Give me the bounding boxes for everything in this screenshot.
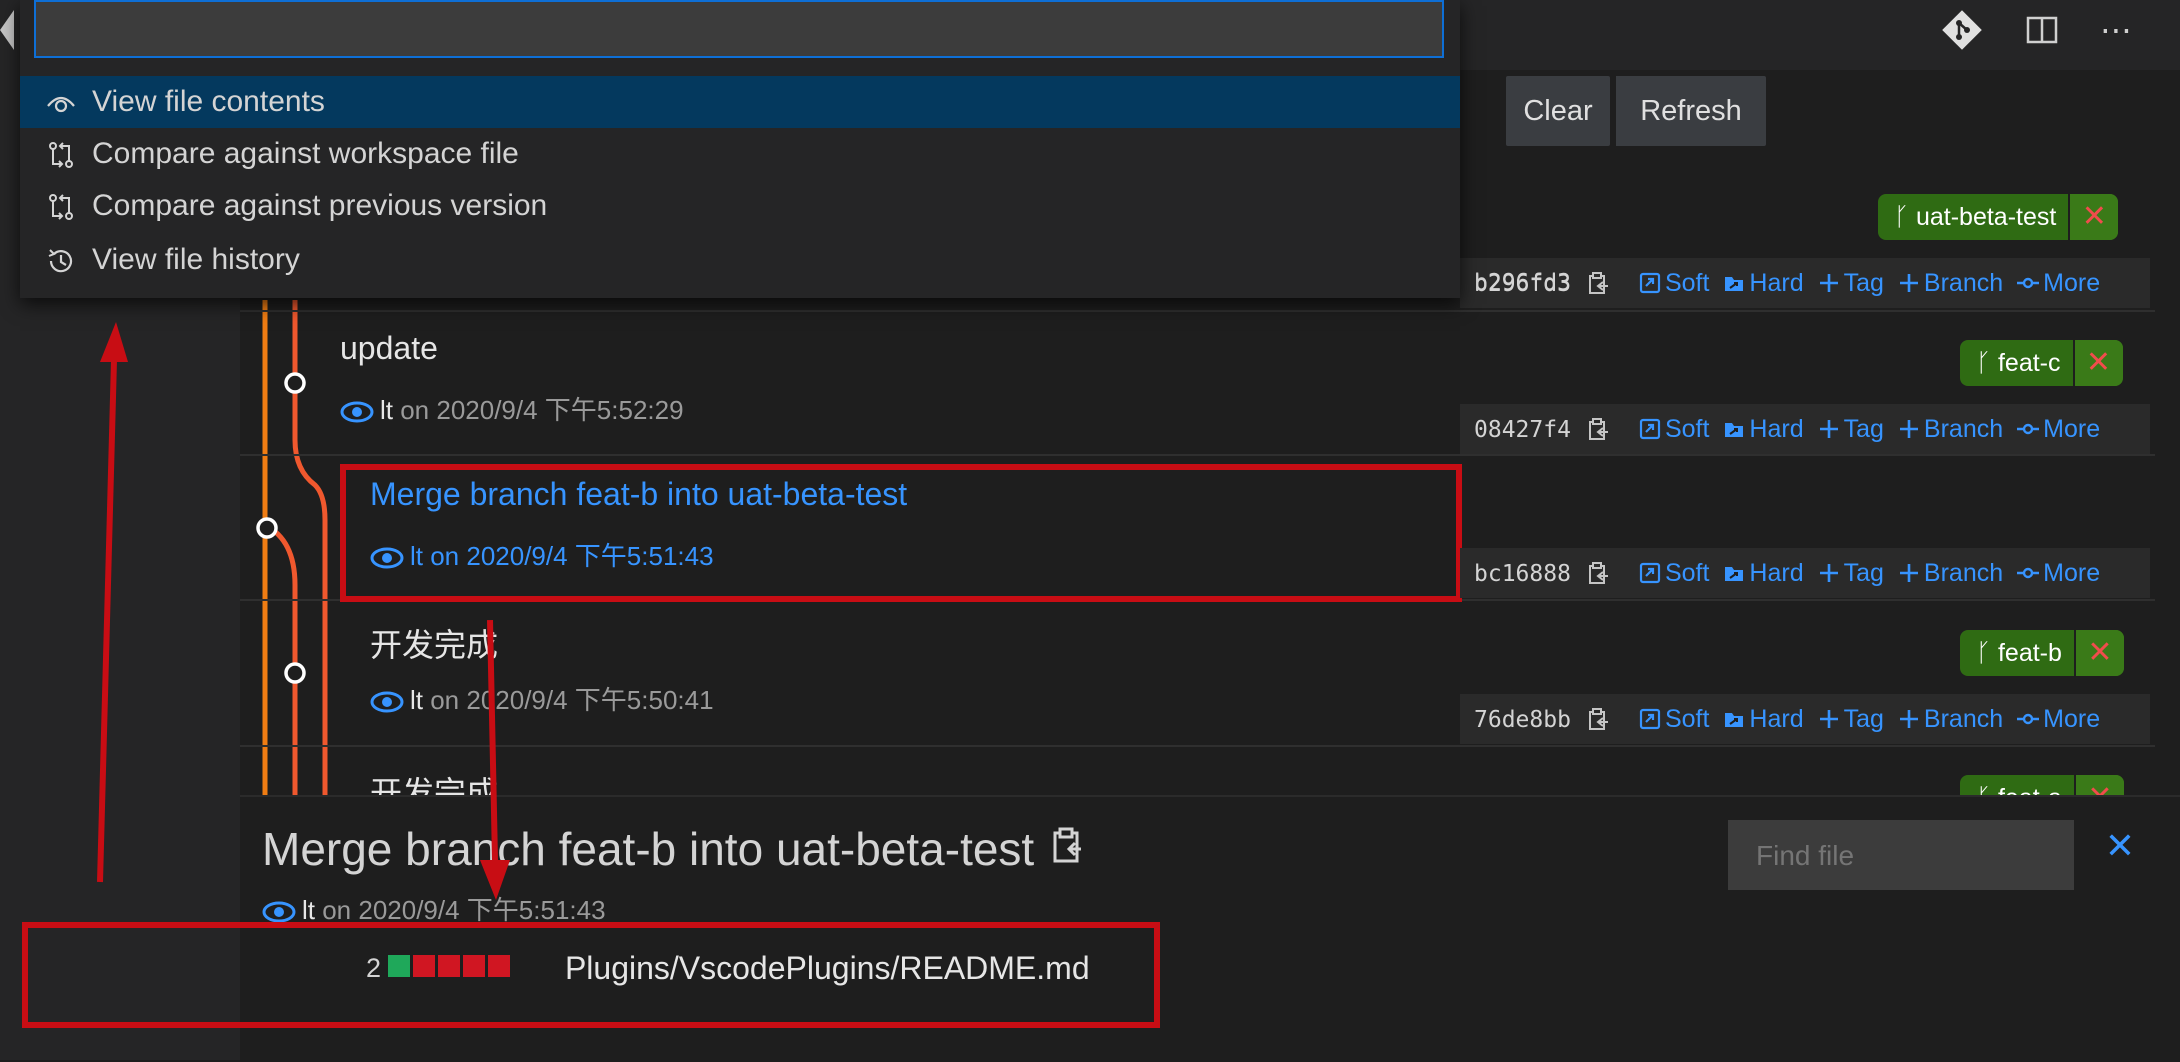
annotation-arrows	[97, 322, 510, 900]
